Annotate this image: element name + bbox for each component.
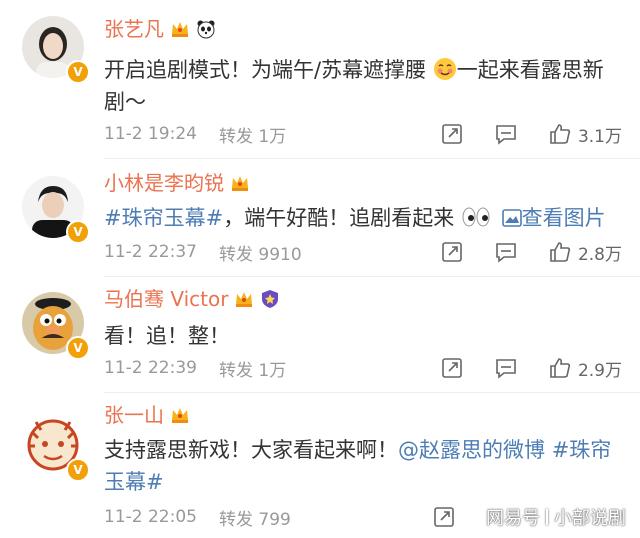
text-segment: ，端午好酷！追剧看起来 [223,206,455,230]
user-name[interactable]: 张一山 [104,400,164,430]
blushing-face-icon [433,58,456,80]
text-segment: 看！追！整！ [104,324,230,348]
hashtag-link[interactable]: #珠帘玉幕# [104,206,223,230]
comment-text: 开启追剧模式！为端午/苏幕遮撑腰 一起来看露思新剧～ [104,54,624,118]
watermark-divider [546,509,548,525]
panda-icon [197,20,215,39]
watermark-left: 网易号 [486,508,540,529]
watermark: 网易号 小部说剧 [486,504,626,530]
verified-badge-icon: V [66,60,90,84]
user-name[interactable]: 小林是李昀锐 [104,168,224,198]
text-segment: 开启追剧模式！为端午/苏幕遮撑腰 [104,58,427,82]
comment-text: #珠帘玉幕#，端午好酷！追剧看起来 查看图片 [104,202,624,234]
share-icon[interactable] [440,356,464,380]
like-icon[interactable] [548,122,572,146]
like-icon[interactable] [548,240,572,264]
user-name[interactable]: 张艺凡 [104,14,164,44]
comment-text: 看！追！整！ [104,320,624,352]
avatar-wrap: V [22,176,90,244]
name-row: 小林是李昀锐 [104,168,250,198]
share-icon[interactable] [440,240,464,264]
action-bar: 2.8万 [440,238,622,266]
divider [104,158,640,159]
name-row: 马伯骞 Victor [104,284,280,314]
repost-count[interactable]: 转发 9910 [219,240,302,265]
text-segment: 支持露思新戏！大家看起来啊！ [104,438,398,462]
user-name[interactable]: 马伯骞 Victor [104,284,228,314]
timestamp: 11-2 22:37 [104,242,197,262]
name-row: 张一山 [104,400,190,430]
like-count: 3.1万 [577,126,622,147]
comment-meta: 11-2 22:05 转发 799 [104,503,291,531]
name-row: 张艺凡 [104,14,216,44]
action-bar: 2.9万 [440,354,622,382]
comment-meta: 11-2 22:37 转发 9910 [104,238,302,266]
eyes-icon [462,207,490,227]
share-icon[interactable] [432,505,456,529]
repost-count[interactable]: 转发 1万 [219,122,286,147]
watermark-right: 小部说剧 [554,508,626,529]
repost-count[interactable]: 转发 799 [219,505,291,530]
mention-link[interactable]: @赵露思的微博 [398,438,545,462]
comment-icon[interactable] [494,122,518,146]
comment-meta: 11-2 19:24 转发 1万 [104,120,286,148]
timestamp: 11-2 22:05 [104,507,197,527]
verified-badge-icon: V [66,458,90,482]
repost-count[interactable]: 转发 1万 [219,356,286,381]
avatar-wrap: V [22,414,90,482]
comment-meta: 11-2 22:39 转发 1万 [104,354,286,382]
vip-crown-icon [172,408,188,423]
avatar-wrap: V [22,16,90,84]
like-count: 2.8万 [577,244,622,265]
divider [104,276,640,277]
share-icon[interactable] [440,122,464,146]
like-icon[interactable] [548,356,572,380]
action-bar [432,503,456,531]
timestamp: 11-2 22:39 [104,358,197,378]
comment-icon[interactable] [494,240,518,264]
like-count: 2.9万 [577,360,622,381]
avatar-wrap: V [22,292,90,360]
vip-crown-icon [172,22,188,37]
vip-crown-icon [232,176,248,191]
comment-icon[interactable] [494,356,518,380]
comment-text: 支持露思新戏！大家看起来啊！@赵露思的微博 #珠帘玉幕# [104,434,628,498]
shield-badge-icon [262,290,279,308]
verified-badge-icon: V [66,220,90,244]
vip-crown-icon [236,292,253,307]
see-picture-link[interactable]: 查看图片 [522,206,606,230]
action-bar: 3.1万 [440,120,622,148]
picture-icon[interactable] [501,209,522,227]
divider [104,392,640,393]
verified-badge-icon: V [66,336,90,360]
timestamp: 11-2 19:24 [104,124,197,144]
